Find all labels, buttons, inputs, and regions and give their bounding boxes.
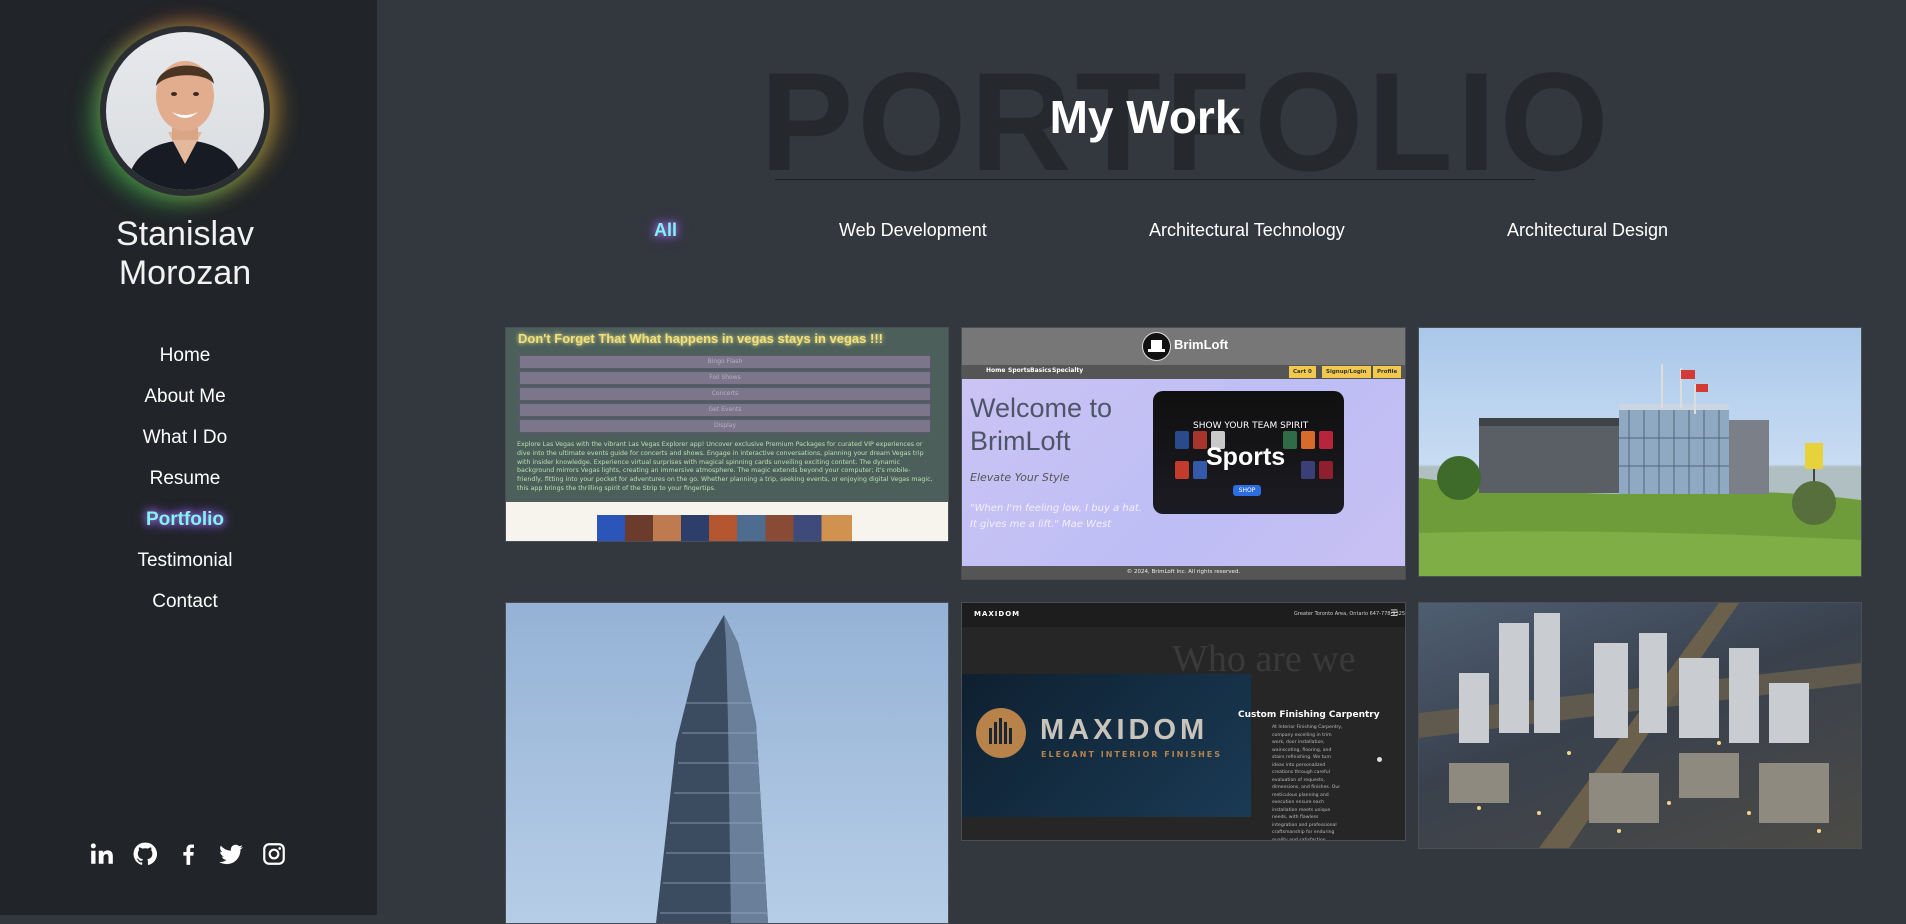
office-building-photo	[1419, 364, 1861, 576]
portfolio-item-urban-development[interactable]	[1418, 602, 1862, 849]
brimloft-nav: Home Sports Basics Specialty Cart 0 Sign…	[962, 365, 1405, 379]
hat-icon	[1142, 332, 1171, 361]
filter-architectural-design[interactable]: Architectural Design	[1507, 220, 1668, 241]
profile-photo	[106, 32, 264, 190]
instagram-icon[interactable]	[260, 840, 287, 867]
maxidom-emblem-icon	[976, 708, 1026, 758]
portfolio-item-maxidom[interactable]: MAXIDOM Greater Toronto Area, Ontario 64…	[961, 602, 1406, 841]
portfolio-item-residential-tower[interactable]	[505, 602, 949, 924]
brimloft-footer: © 2024, BrimLoft Inc. All rights reserve…	[962, 566, 1405, 579]
brimloft-header: BrimLoft	[962, 328, 1405, 365]
filter-all[interactable]: All	[654, 220, 677, 241]
main-nav: Home About Me What I Do Resume Portfolio…	[0, 340, 370, 627]
maxidom-header: MAXIDOM Greater Toronto Area, Ontario 64…	[962, 603, 1405, 627]
portfolio-filters: All Web Development Architectural Techno…	[0, 220, 1906, 250]
brimloft-cart-button: Cart 0	[1289, 366, 1316, 378]
profile-last-name: Morozan	[118, 254, 252, 292]
maxidom-service-text: At Interior Finishing Carpentry, company…	[1272, 725, 1343, 841]
portfolio-item-vegas-app[interactable]: Don't Forget That What happens in vegas …	[505, 327, 949, 542]
brimloft-profile-button: Profile	[1373, 366, 1402, 378]
sidebar: Stanislav Morozan Home About Me What I D…	[0, 0, 377, 915]
brimloft-sports-promo: SHOW YOUR TEAM SPIRIT Sports SHOP	[1153, 391, 1344, 514]
maxidom-banner: MAXIDOM ELEGANT INTERIOR FINISHES	[962, 674, 1251, 817]
nav-item-home[interactable]: Home	[0, 340, 370, 381]
vegas-menu-item: Display	[519, 419, 931, 433]
twitter-icon[interactable]	[217, 840, 244, 867]
facebook-icon[interactable]	[174, 840, 201, 867]
vegas-description: Explore Las Vegas with the vibrant Las V…	[517, 441, 933, 492]
nav-item-what-i-do[interactable]: What I Do	[0, 422, 370, 463]
nav-item-resume[interactable]: Resume	[0, 463, 370, 504]
residential-tower-photo	[656, 615, 768, 923]
brimloft-promo-label: SHOW YOUR TEAM SPIRIT	[1193, 421, 1309, 431]
filter-web-development[interactable]: Web Development	[839, 220, 987, 241]
brimloft-nav-item: Sports	[1008, 367, 1031, 374]
vegas-menu-item: Concerts	[519, 387, 931, 401]
maxidom-logo: MAXIDOM	[974, 610, 1021, 618]
vegas-heading: Don't Forget That What happens in vegas …	[518, 331, 883, 346]
brimloft-shop-button: SHOP	[1233, 485, 1261, 496]
maxidom-banner-subtitle: ELEGANT INTERIOR FINISHES	[1041, 750, 1222, 759]
nav-item-testimonial[interactable]: Testimonial	[0, 545, 370, 586]
avatar	[100, 26, 270, 196]
social-links	[88, 840, 287, 867]
nav-item-contact[interactable]: Contact	[0, 586, 370, 627]
urban-development-render	[1419, 603, 1861, 848]
vegas-screenshot: Don't Forget That What happens in vegas …	[506, 328, 948, 502]
page-title: My Work	[1049, 91, 1241, 143]
github-icon[interactable]	[131, 840, 158, 867]
maxidom-dot	[1377, 757, 1382, 762]
maxidom-contact: Greater Toronto Area, Ontario 647-778-93…	[1294, 611, 1406, 617]
brimloft-welcome: Welcome to BrimLoft	[970, 393, 1113, 456]
maxidom-service-heading: Custom Finishing Carpentry	[1238, 710, 1380, 720]
brimloft-tagline: Elevate Your Style	[970, 471, 1070, 484]
brimloft-nav-item: Specialty	[1052, 367, 1084, 374]
vegas-menu-item: Foil Shows	[519, 371, 931, 385]
portfolio-item-office-building[interactable]	[1418, 327, 1862, 577]
vegas-menu-item: Get Events	[519, 403, 931, 417]
filter-architectural-technology[interactable]: Architectural Technology	[1149, 220, 1345, 241]
vegas-card-images	[597, 515, 852, 541]
brimloft-nav-item: Home	[986, 367, 1006, 374]
portfolio-item-brimloft[interactable]: BrimLoft Home Sports Basics Specialty Ca…	[961, 327, 1406, 580]
linkedin-icon[interactable]	[88, 840, 115, 867]
brimloft-quote: "When I'm feeling low, I buy a hat. It g…	[970, 503, 1142, 530]
title-divider	[775, 179, 1535, 180]
hamburger-menu-icon: ☰	[1390, 609, 1399, 619]
vegas-menu-item: Bingo Flash	[519, 355, 931, 369]
brimloft-promo-title: Sports	[1206, 443, 1286, 471]
maxidom-banner-word: MAXIDOM	[1040, 714, 1209, 746]
nav-item-about-me[interactable]: About Me	[0, 381, 370, 422]
brimloft-login-button: Signup/Login	[1322, 366, 1371, 378]
brimloft-nav-item: Basics	[1030, 367, 1052, 374]
nav-item-portfolio[interactable]: Portfolio	[0, 504, 370, 545]
brimloft-logo: BrimLoft	[1174, 337, 1229, 352]
